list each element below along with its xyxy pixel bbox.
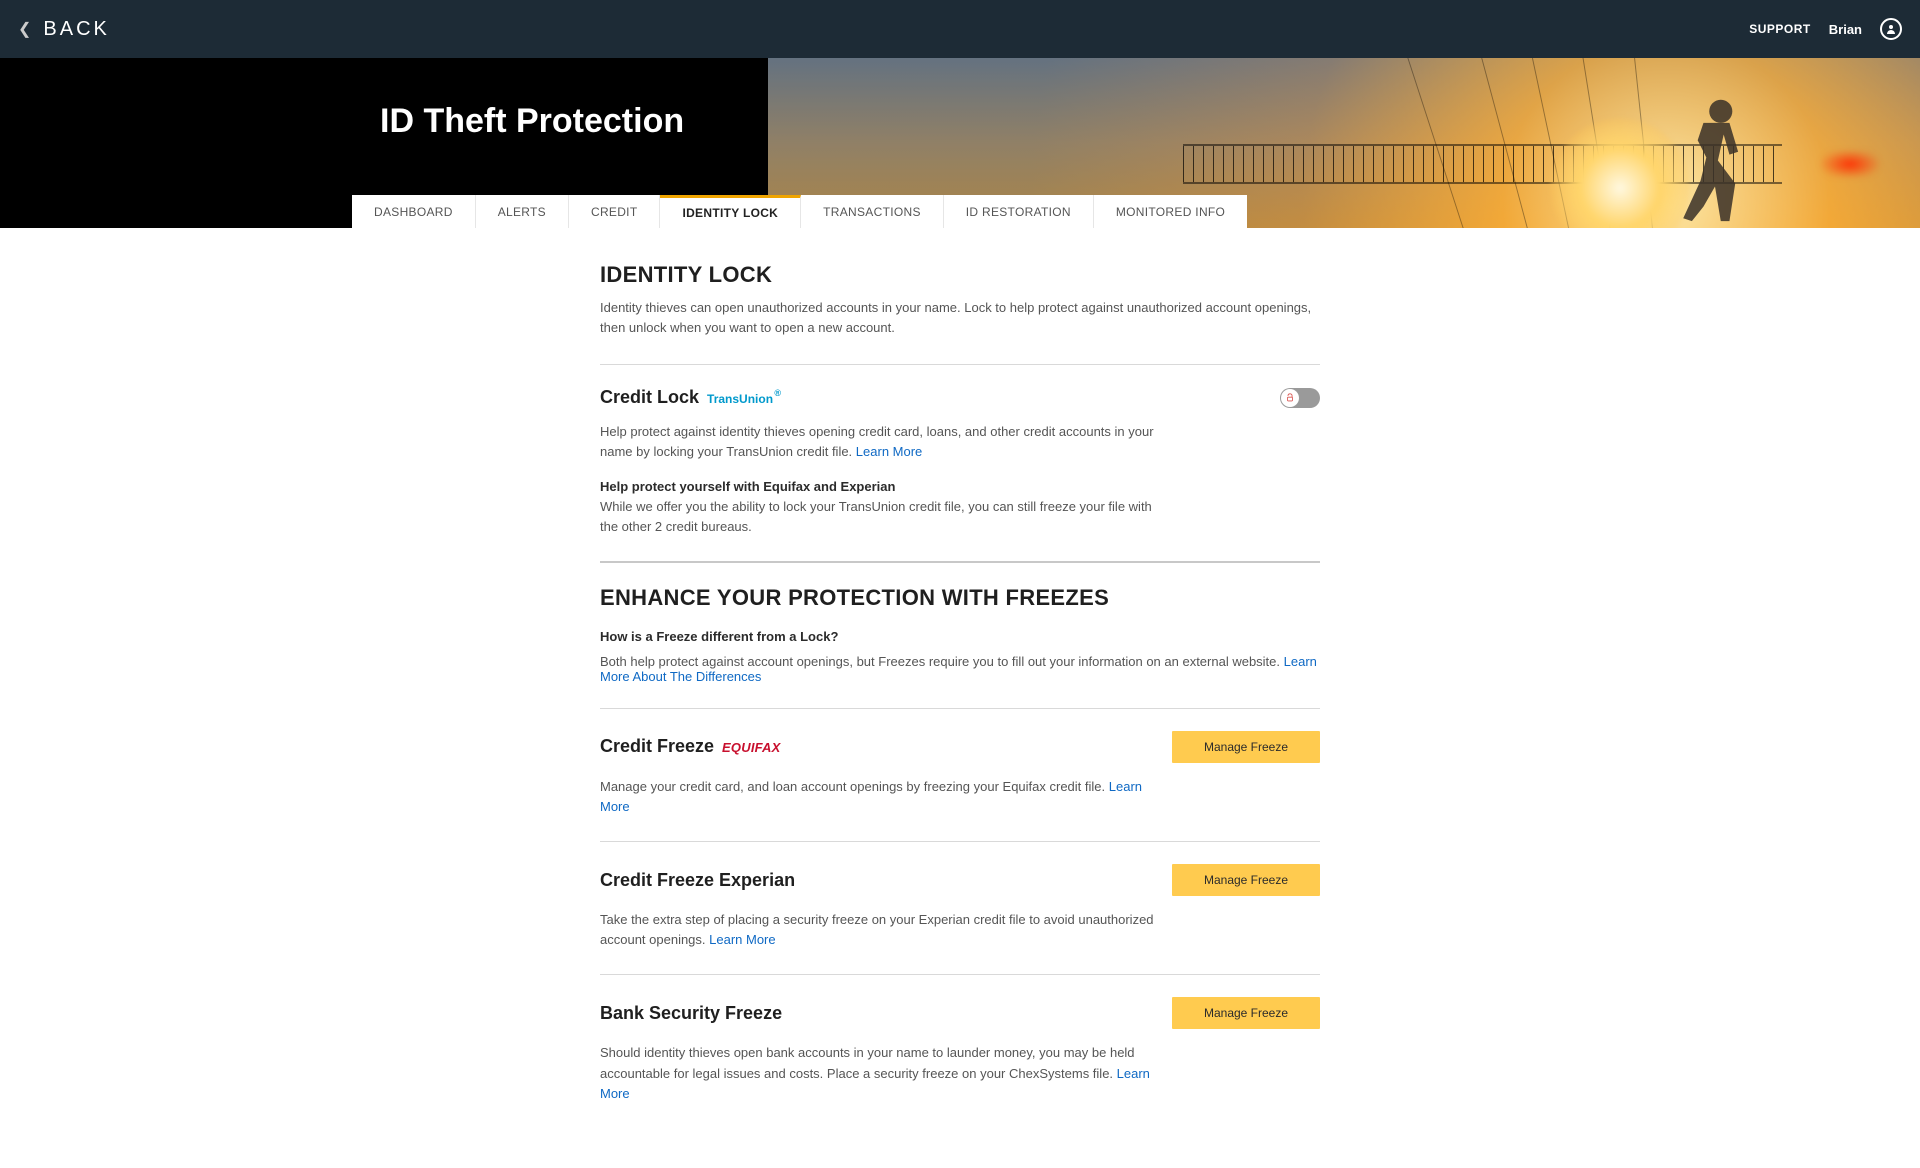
tab-label: TRANSACTIONS: [823, 205, 921, 219]
user-name[interactable]: Brian: [1829, 22, 1862, 37]
credit-lock-block: Credit Lock TransUnion® Help protect aga…: [600, 365, 1320, 563]
tab-id-restoration[interactable]: ID RESTORATION: [944, 195, 1094, 228]
identity-lock-title: IDENTITY LOCK: [600, 262, 1320, 288]
content: IDENTITY LOCK Identity thieves can open …: [600, 228, 1320, 1168]
tab-label: MONITORED INFO: [1116, 205, 1225, 219]
tab-label: DASHBOARD: [374, 205, 453, 219]
freeze-item: Bank Security Freeze Manage Freeze Should …: [600, 975, 1320, 1127]
freezes-answer: Both help protect against account openin…: [600, 654, 1320, 684]
topbar-right: SUPPORT Brian: [1749, 18, 1902, 40]
support-link[interactable]: SUPPORT: [1749, 22, 1811, 36]
manage-freeze-button[interactable]: Manage Freeze: [1172, 731, 1320, 763]
tab-identity-lock[interactable]: IDENTITY LOCK: [660, 195, 801, 228]
page-title: ID Theft Protection: [380, 102, 684, 141]
credit-lock-desc: Help protect against identity thieves op…: [600, 422, 1160, 462]
freeze-list: Credit Freeze EQUIFAX Manage Freeze Manage …: [600, 709, 1320, 1128]
manage-freeze-button[interactable]: Manage Freeze: [1172, 864, 1320, 896]
freeze-item-desc: Should identity thieves open bank accoun…: [600, 1043, 1160, 1103]
manage-freeze-button[interactable]: Manage Freeze: [1172, 997, 1320, 1029]
tabbar: DASHBOARD ALERTS CREDIT IDENTITY LOCK TRANSA…: [352, 195, 1247, 228]
freezes-question: How is a Freeze different from a Lock?: [600, 629, 1320, 644]
toggle-knob: [1281, 389, 1299, 407]
back-label: BACK: [43, 18, 109, 41]
avatar[interactable]: [1880, 18, 1902, 40]
chevron-left-icon: ❮: [18, 19, 31, 39]
tab-transactions[interactable]: TRANSACTIONS: [801, 195, 944, 228]
freeze-item-title: Credit Freeze: [600, 736, 714, 757]
freeze-item-title: Credit Freeze Experian: [600, 870, 795, 891]
tab-dashboard[interactable]: DASHBOARD: [352, 195, 476, 228]
runner-silhouette: [1670, 94, 1760, 224]
unlock-icon: [1285, 393, 1295, 403]
tab-label: IDENTITY LOCK: [682, 206, 778, 220]
freeze-item-desc: Take the extra step of placing a securit…: [600, 910, 1160, 950]
freeze-item-learn-more-link[interactable]: Learn More: [709, 932, 775, 947]
credit-lock-title: Credit Lock: [600, 387, 699, 408]
hero-banner: ID Theft Protection DASHBOARD ALERTS CREDI…: [0, 58, 1920, 228]
tab-credit[interactable]: CREDIT: [569, 195, 660, 228]
credit-lock-subheading: Help protect yourself with Equifax and E…: [600, 479, 1320, 494]
transunion-logo: TransUnion®: [707, 392, 773, 406]
topbar: ❮ BACK SUPPORT Brian: [0, 0, 1920, 58]
credit-lock-learn-more-link[interactable]: Learn More: [856, 444, 922, 459]
tab-alerts[interactable]: ALERTS: [476, 195, 569, 228]
back-button[interactable]: ❮ BACK: [18, 18, 110, 41]
credit-lock-toggle[interactable]: [1280, 388, 1320, 408]
equifax-logo: EQUIFAX: [722, 740, 780, 755]
user-icon: [1885, 23, 1897, 35]
freezes-intro: ENHANCE YOUR PROTECTION WITH FREEZES How…: [600, 563, 1320, 709]
tab-monitored-info[interactable]: MONITORED INFO: [1094, 195, 1247, 228]
tab-label: ALERTS: [498, 205, 546, 219]
freeze-item: Credit Freeze EQUIFAX Manage Freeze Manage …: [600, 709, 1320, 842]
freeze-item-desc: Manage your credit card, and loan accoun…: [600, 777, 1160, 817]
freezes-title: ENHANCE YOUR PROTECTION WITH FREEZES: [600, 585, 1320, 611]
tab-label: CREDIT: [591, 205, 637, 219]
identity-lock-desc: Identity thieves can open unauthorized a…: [600, 298, 1320, 338]
tab-label: ID RESTORATION: [966, 205, 1071, 219]
freeze-item: Credit Freeze Experian Manage Freeze Take …: [600, 842, 1320, 975]
credit-lock-subtext: While we offer you the ability to lock y…: [600, 497, 1160, 537]
freeze-item-title: Bank Security Freeze: [600, 1003, 782, 1024]
